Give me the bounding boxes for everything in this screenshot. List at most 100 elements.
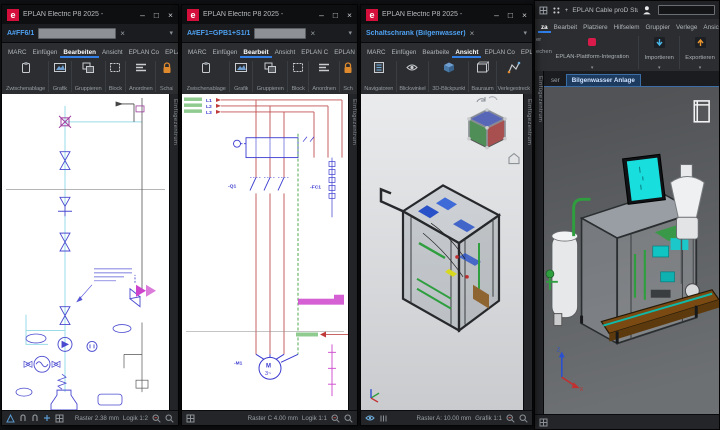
- zoom-in-icon[interactable]: [519, 414, 528, 423]
- tab-eplan-c[interactable]: EPLAN C: [298, 47, 331, 58]
- tab-za[interactable]: za: [538, 22, 551, 33]
- layers-icon[interactable]: [379, 414, 388, 423]
- zoom-out-icon[interactable]: [331, 414, 340, 423]
- page-tab-close-icon[interactable]: ×: [470, 29, 475, 38]
- group-3d-blickpunkt[interactable]: 3D-Blickpunkt: [430, 59, 467, 94]
- close-button[interactable]: ×: [522, 10, 527, 20]
- four-dots-icon[interactable]: [552, 6, 561, 15]
- zoom-in-icon[interactable]: [165, 414, 174, 423]
- tab-eplan-co[interactable]: EPLAN Co: [126, 47, 162, 58]
- group-zwischenablage[interactable]: Zwischenablage: [184, 59, 228, 94]
- user-icon[interactable]: [642, 5, 652, 15]
- page-tab[interactable]: Schaltschrank (Bilgenwasser): [366, 30, 466, 37]
- title-bar[interactable]: e EPLAN Electric P8 2025 - – □ ×: [182, 5, 357, 24]
- tab-bearbeiten[interactable]: Bearbeiten: [60, 47, 99, 58]
- tab-ansicht[interactable]: Ansicht: [452, 47, 481, 58]
- tab-marc[interactable]: MARC: [185, 47, 210, 58]
- tab-overflow-icon[interactable]: ▾: [348, 29, 352, 37]
- tab-bearbeiten[interactable]: Bearbeit: [551, 22, 580, 33]
- eye-icon[interactable]: [365, 414, 375, 422]
- tab-ansicht[interactable]: Ansicht: [99, 47, 126, 58]
- grid-icon[interactable]: [55, 414, 64, 423]
- minimize-button[interactable]: –: [494, 10, 499, 20]
- dock-tab-einfuegezentrum[interactable]: Einfügezentrum: [523, 94, 532, 410]
- eplan-plattform-integration-button[interactable]: EPLAN-Plattform-Integration ▾: [547, 34, 637, 71]
- tab-ansicht[interactable]: Ansic: [700, 22, 719, 33]
- tab-bearbeiten[interactable]: Bearbeite: [419, 47, 452, 58]
- group-blickwinkel[interactable]: Blickwinkel: [398, 59, 428, 94]
- tab-eplan-hs[interactable]: EPLAN Hs: [162, 47, 178, 58]
- zoom-in-icon[interactable]: [344, 414, 353, 423]
- tab-einfuegen[interactable]: Einfügen: [30, 47, 61, 58]
- pid-schematic-canvas[interactable]: [2, 94, 169, 410]
- page-tab[interactable]: A#EF1=GPB1+S1/1: [187, 30, 250, 37]
- magnet-icon[interactable]: [19, 414, 27, 422]
- tab-ansicht[interactable]: Ansicht: [272, 47, 299, 58]
- group-schal[interactable]: Schal: [157, 59, 176, 94]
- importieren-button[interactable]: Importieren ▾: [640, 34, 678, 71]
- page-tab-rename-input[interactable]: [254, 28, 306, 39]
- tab-verlegen[interactable]: Verlege: [673, 22, 700, 33]
- close-button[interactable]: ×: [168, 10, 173, 20]
- zoom-out-icon[interactable]: [152, 414, 161, 423]
- group-navigatoren[interactable]: Navigatoren: [363, 59, 395, 94]
- tab-hilfselemente[interactable]: Hilfselem: [611, 22, 643, 33]
- maximize-button[interactable]: □: [333, 10, 338, 20]
- view-cube[interactable]: [467, 108, 507, 149]
- tab-eplan-co[interactable]: EPLAN Co: [481, 47, 517, 58]
- group-anordnen[interactable]: Anordnen: [310, 59, 338, 94]
- close-button[interactable]: ×: [347, 10, 352, 20]
- group-zwischenablage[interactable]: Zwischenablage: [4, 59, 47, 94]
- group-gruppieren[interactable]: Gruppieren: [73, 59, 104, 94]
- group-gruppieren[interactable]: Gruppieren: [254, 59, 286, 94]
- group-anordnen[interactable]: Anordnen: [127, 59, 154, 94]
- clipboard-icon: [19, 61, 33, 74]
- tab-marc[interactable]: MARC: [5, 47, 30, 58]
- group-verlegestrecken[interactable]: Verlegestreck: [497, 59, 530, 94]
- tab-platzieren[interactable]: Platziere: [580, 22, 611, 33]
- draft-icon[interactable]: [6, 414, 15, 423]
- exportieren-button[interactable]: Exportieren ▾: [681, 34, 719, 71]
- doc-tab-bilgenwasser-anlage[interactable]: Bilgenwasser Anlage: [566, 74, 641, 86]
- 3d-view-machine[interactable]: Z X: [544, 87, 719, 414]
- page-tab[interactable]: A#FF6/1: [7, 30, 34, 37]
- plus-icon[interactable]: [43, 414, 51, 422]
- page-tab-close-icon[interactable]: ×: [120, 29, 125, 38]
- search-input[interactable]: [658, 5, 715, 15]
- tab-overflow-icon[interactable]: ▾: [169, 29, 173, 37]
- electric-schematic-canvas[interactable]: L1 L2 L3: [182, 94, 348, 410]
- dock-tab-einfuegezentrum[interactable]: Einfügezentrum: [535, 71, 544, 414]
- tab-einfuegen[interactable]: Einfügen: [210, 47, 241, 58]
- 3d-view-cabinet[interactable]: [361, 94, 523, 410]
- tab-overflow-icon[interactable]: ▾: [523, 29, 527, 37]
- tab-einfuegen[interactable]: Einfügen: [389, 47, 420, 58]
- home-icon[interactable]: [509, 154, 519, 164]
- tab-bearbeiten[interactable]: Bearbeit: [240, 47, 271, 58]
- doc-tab-partial[interactable]: ser: [546, 75, 565, 86]
- maximize-button[interactable]: □: [508, 10, 513, 20]
- magnet-icon[interactable]: [31, 414, 39, 422]
- title-bar[interactable]: e EPLAN Electric P8 2025 - – □ ×: [2, 5, 178, 24]
- zoom-out-icon[interactable]: [506, 414, 515, 423]
- tab-eplan-he[interactable]: EPLAN He: [518, 47, 532, 58]
- grid-icon[interactable]: [539, 418, 548, 427]
- group-grafik[interactable]: Grafik: [231, 59, 251, 94]
- maximize-button[interactable]: □: [154, 10, 159, 20]
- dock-tab-einfuegezentrum[interactable]: Einfügezentrum: [348, 94, 357, 410]
- group-block[interactable]: Block: [106, 59, 124, 94]
- tab-marc[interactable]: MARC: [364, 47, 389, 58]
- group-grafik[interactable]: Grafik: [50, 59, 70, 94]
- group-block[interactable]: Block: [289, 59, 307, 94]
- page-tab-close-icon[interactable]: ×: [310, 29, 315, 38]
- page-tab-rename-input[interactable]: [38, 28, 116, 39]
- minimize-button[interactable]: –: [140, 10, 145, 20]
- group-sch[interactable]: Sch: [341, 59, 355, 94]
- app-grid-icon[interactable]: [539, 6, 548, 15]
- tab-eplan-h[interactable]: EPLAN H: [331, 47, 357, 58]
- title-bar[interactable]: e EPLAN Electric P8 2025 - – □ ×: [361, 5, 532, 24]
- tab-gruppieren[interactable]: Gruppier: [643, 22, 674, 33]
- group-bauraum[interactable]: Bauraum: [470, 59, 494, 94]
- grid-icon[interactable]: [186, 414, 195, 423]
- minimize-button[interactable]: –: [319, 10, 324, 20]
- dock-tab-einfuegezentrum[interactable]: Einfügezentrum: [169, 94, 178, 410]
